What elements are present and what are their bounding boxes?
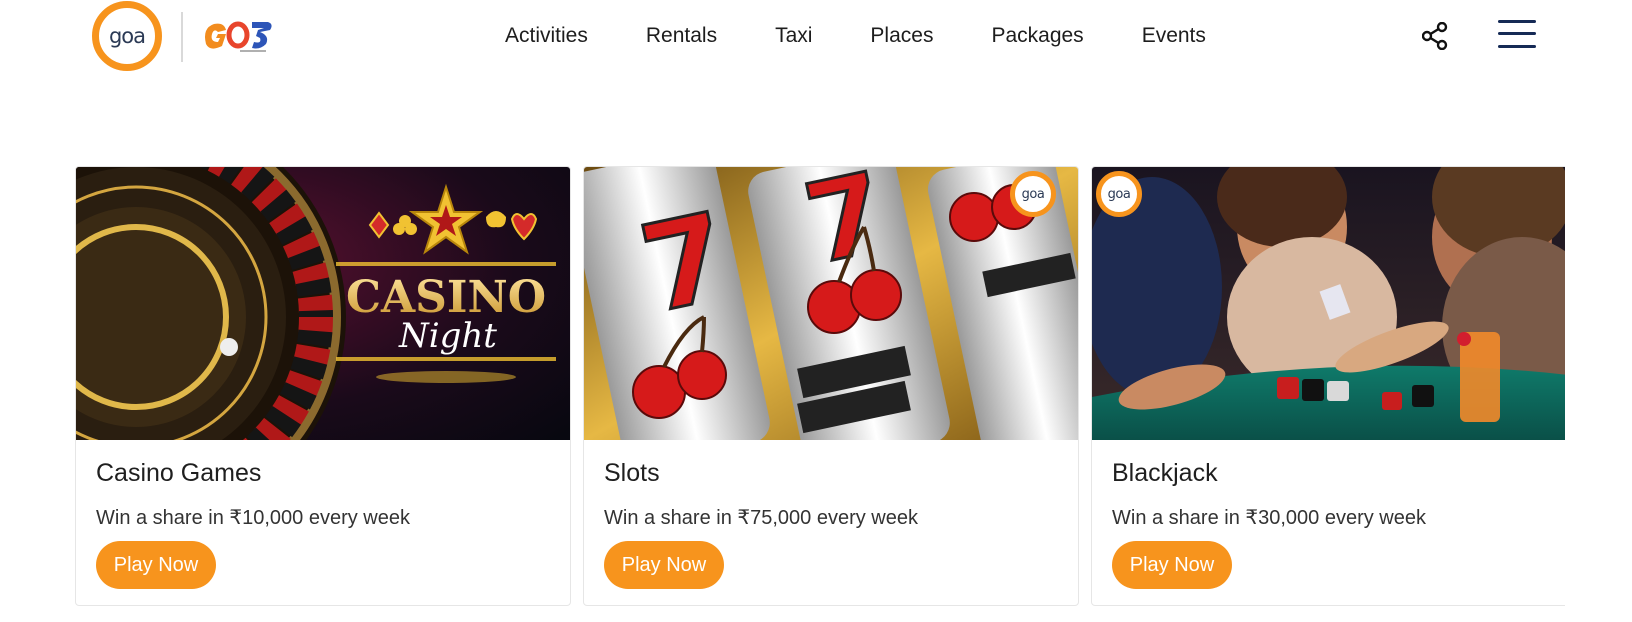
night-text: Night bbox=[398, 316, 497, 356]
main-nav: Activities Rentals Taxi Places Packages … bbox=[505, 22, 1206, 50]
nav-taxi[interactable]: Taxi bbox=[775, 22, 812, 50]
goa-logo-text: goa bbox=[108, 24, 146, 48]
logo-divider bbox=[181, 12, 183, 62]
card-description: Win a share in ₹30,000 every week bbox=[1112, 507, 1426, 529]
nav-rentals[interactable]: Rentals bbox=[646, 22, 717, 50]
hamburger-menu-icon[interactable] bbox=[1498, 18, 1536, 50]
blackjack-table-image bbox=[1092, 167, 1565, 440]
nav-places[interactable]: Places bbox=[870, 22, 933, 50]
goa-logo[interactable]: goa bbox=[92, 1, 162, 71]
card-casino-games[interactable]: CASINO Night Casino Games Win a share in… bbox=[75, 166, 571, 606]
card-description: Win a share in ₹10,000 every week bbox=[96, 507, 410, 529]
site-header: goa Activities Rentals Taxi Places Packa… bbox=[0, 0, 1632, 76]
card-title: Slots bbox=[604, 459, 660, 487]
goa-brand-mark-icon bbox=[205, 21, 272, 52]
nav-packages[interactable]: Packages bbox=[991, 22, 1083, 50]
nav-events[interactable]: Events bbox=[1142, 22, 1206, 50]
play-now-button[interactable]: Play Now bbox=[604, 541, 724, 589]
card-description: Win a share in ₹75,000 every week bbox=[604, 507, 918, 529]
play-now-button[interactable]: Play Now bbox=[1112, 541, 1232, 589]
goa-badge-icon: goa bbox=[1096, 171, 1142, 217]
badge-text: goa bbox=[1021, 186, 1045, 202]
share-icon[interactable] bbox=[1422, 22, 1448, 50]
game-cards: CASINO Night Casino Games Win a share in… bbox=[75, 166, 1565, 606]
card-title: Blackjack bbox=[1112, 459, 1218, 487]
card-title: Casino Games bbox=[96, 459, 262, 487]
slot-machine-image: 7 7 bbox=[584, 167, 1078, 440]
card-blackjack[interactable]: goa Blackjack Win a share in ₹30,000 eve… bbox=[1091, 166, 1565, 606]
goa-badge-icon: goa bbox=[1010, 171, 1056, 217]
play-now-button[interactable]: Play Now bbox=[96, 541, 216, 589]
card-slots[interactable]: 7 7 goa Slots Win a share in ₹75,000 eve… bbox=[583, 166, 1079, 606]
casino-night-image: CASINO Night bbox=[76, 167, 570, 440]
nav-activities[interactable]: Activities bbox=[505, 22, 588, 50]
badge-text: goa bbox=[1107, 186, 1131, 202]
